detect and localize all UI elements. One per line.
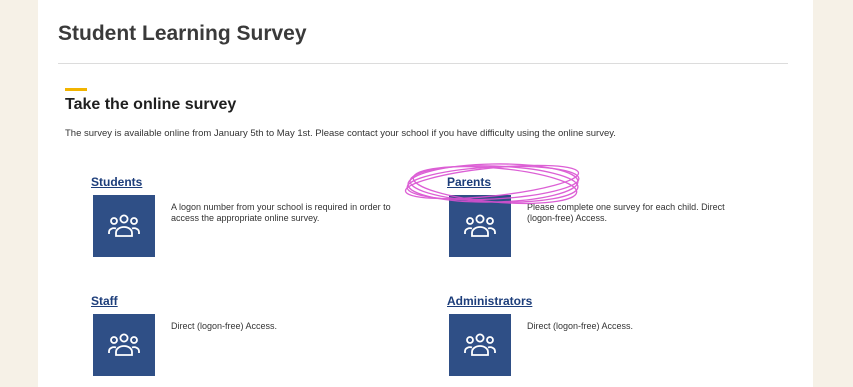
page-title: Student Learning Survey	[58, 22, 307, 45]
people-group-icon[interactable]	[93, 195, 155, 257]
section-title: Take the online survey	[65, 96, 237, 113]
students-description: A logon number from your school is requi…	[171, 202, 391, 223]
administrators-description: Direct (logon-free) Access.	[527, 321, 634, 331]
title-divider	[58, 63, 788, 64]
survey-page: Student Learning Survey Take the online …	[38, 0, 813, 387]
people-group-icon[interactable]	[93, 314, 155, 376]
students-link[interactable]: Students	[91, 175, 142, 189]
section-intro: The survey is available online from Janu…	[65, 128, 616, 139]
staff-link[interactable]: Staff	[91, 294, 118, 308]
parents-description: Please complete one survey for each chil…	[527, 202, 725, 223]
staff-description: Direct (logon-free) Access.	[171, 321, 278, 331]
section-accent-bar	[65, 88, 87, 91]
administrators-link[interactable]: Administrators	[447, 294, 532, 308]
people-group-icon[interactable]	[449, 314, 511, 376]
people-group-icon[interactable]	[449, 195, 511, 257]
parents-link[interactable]: Parents	[447, 175, 491, 189]
